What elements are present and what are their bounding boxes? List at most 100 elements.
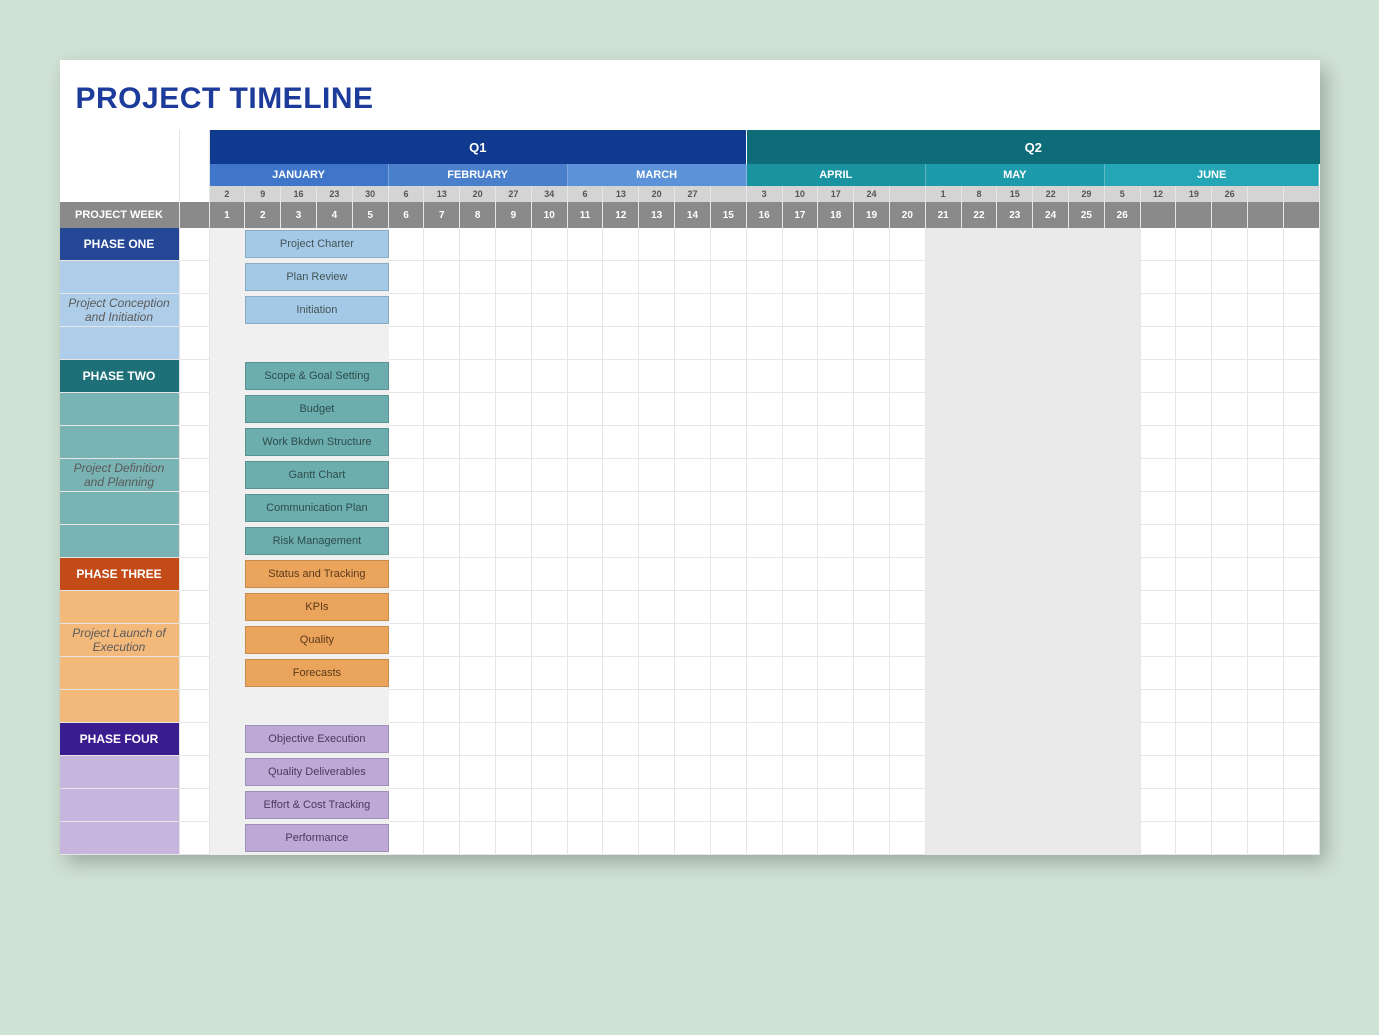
grid-cell[interactable]: [603, 690, 639, 723]
grid-cell[interactable]: [1069, 228, 1105, 261]
grid-cell[interactable]: [424, 492, 460, 525]
grid-cell[interactable]: [389, 690, 425, 723]
grid-cell[interactable]: [962, 327, 998, 360]
grid-cell[interactable]: [1033, 393, 1069, 426]
grid-cell[interactable]: [747, 228, 783, 261]
grid-cell[interactable]: [496, 459, 532, 492]
grid-cell[interactable]: [1284, 327, 1320, 360]
grid-cell[interactable]: [603, 657, 639, 690]
grid-cell[interactable]: [783, 459, 819, 492]
grid-cell[interactable]: [1284, 591, 1320, 624]
grid-cell[interactable]: [568, 756, 604, 789]
grid-cell[interactable]: [389, 261, 425, 294]
grid-cell[interactable]: [1033, 492, 1069, 525]
grid-cell[interactable]: [854, 624, 890, 657]
grid-cell[interactable]: [424, 591, 460, 624]
grid-cell[interactable]: [532, 327, 568, 360]
grid-cell[interactable]: [818, 558, 854, 591]
grid-cell[interactable]: [1033, 459, 1069, 492]
grid-cell[interactable]: [926, 393, 962, 426]
grid-cell[interactable]: [890, 360, 926, 393]
grid-cell[interactable]: [1069, 789, 1105, 822]
grid-cell[interactable]: [783, 525, 819, 558]
grid-cell[interactable]: [997, 459, 1033, 492]
grid-cell[interactable]: [1176, 426, 1212, 459]
grid-cell[interactable]: [675, 492, 711, 525]
grid-cell[interactable]: [1176, 723, 1212, 756]
grid-cell[interactable]: [603, 492, 639, 525]
grid-cell[interactable]: [1069, 261, 1105, 294]
grid-cell[interactable]: [603, 360, 639, 393]
grid-cell[interactable]: [1212, 822, 1248, 855]
grid-cell[interactable]: [460, 789, 496, 822]
grid-cell[interactable]: [389, 624, 425, 657]
grid-cell[interactable]: [424, 261, 460, 294]
grid-cell[interactable]: [818, 228, 854, 261]
grid-cell[interactable]: [1033, 591, 1069, 624]
grid-cell[interactable]: [1069, 657, 1105, 690]
grid-cell[interactable]: [890, 822, 926, 855]
grid-cell[interactable]: [926, 525, 962, 558]
grid-cell[interactable]: [603, 756, 639, 789]
grid-cell[interactable]: [1105, 558, 1141, 591]
grid-cell[interactable]: [210, 492, 246, 525]
grid-cell[interactable]: [1141, 756, 1177, 789]
grid-cell[interactable]: [1105, 261, 1141, 294]
grid-cell[interactable]: [568, 393, 604, 426]
grid-cell[interactable]: [890, 327, 926, 360]
grid-cell[interactable]: [1176, 294, 1212, 327]
grid-cell[interactable]: [1212, 723, 1248, 756]
grid-cell[interactable]: [496, 393, 532, 426]
grid-cell[interactable]: [603, 789, 639, 822]
grid-cell[interactable]: [1033, 294, 1069, 327]
grid-cell[interactable]: [210, 294, 246, 327]
grid-cell[interactable]: [532, 525, 568, 558]
grid-cell[interactable]: [783, 822, 819, 855]
grid-cell[interactable]: [818, 492, 854, 525]
grid-cell[interactable]: [1105, 525, 1141, 558]
grid-cell[interactable]: [675, 822, 711, 855]
grid-cell[interactable]: [424, 624, 460, 657]
grid-cell[interactable]: [1141, 327, 1177, 360]
grid-cell[interactable]: [1284, 789, 1320, 822]
grid-cell[interactable]: [532, 822, 568, 855]
grid-cell[interactable]: [1033, 327, 1069, 360]
grid-cell[interactable]: [389, 360, 425, 393]
grid-cell[interactable]: [818, 657, 854, 690]
grid-cell[interactable]: [926, 228, 962, 261]
grid-cell[interactable]: [926, 459, 962, 492]
grid-cell[interactable]: [1033, 723, 1069, 756]
grid-cell[interactable]: [460, 525, 496, 558]
grid-cell[interactable]: [1248, 591, 1284, 624]
grid-cell[interactable]: [1069, 591, 1105, 624]
task-bar[interactable]: Risk Management: [245, 527, 388, 555]
grid-cell[interactable]: [675, 558, 711, 591]
grid-cell[interactable]: [424, 657, 460, 690]
grid-cell[interactable]: [460, 492, 496, 525]
grid-cell[interactable]: [962, 624, 998, 657]
grid-cell[interactable]: [1176, 360, 1212, 393]
grid-cell[interactable]: [997, 426, 1033, 459]
grid-cell[interactable]: [496, 690, 532, 723]
grid-cell[interactable]: [496, 657, 532, 690]
grid-cell[interactable]: [926, 360, 962, 393]
grid-cell[interactable]: [1105, 624, 1141, 657]
grid-cell[interactable]: [783, 294, 819, 327]
grid-cell[interactable]: [890, 492, 926, 525]
grid-cell[interactable]: [639, 624, 675, 657]
task-bar[interactable]: Project Charter: [245, 230, 388, 258]
grid-cell[interactable]: [747, 690, 783, 723]
task-bar[interactable]: KPIs: [245, 593, 388, 621]
grid-cell[interactable]: [1033, 690, 1069, 723]
grid-cell[interactable]: [1284, 393, 1320, 426]
grid-cell[interactable]: [532, 624, 568, 657]
grid-cell[interactable]: [1069, 723, 1105, 756]
grid-cell[interactable]: [639, 789, 675, 822]
grid-cell[interactable]: [568, 492, 604, 525]
grid-cell[interactable]: [962, 558, 998, 591]
task-bar[interactable]: Effort & Cost Tracking: [245, 791, 388, 819]
grid-cell[interactable]: [639, 228, 675, 261]
task-bar[interactable]: Plan Review: [245, 263, 388, 291]
grid-cell[interactable]: [926, 756, 962, 789]
grid-cell[interactable]: [711, 492, 747, 525]
